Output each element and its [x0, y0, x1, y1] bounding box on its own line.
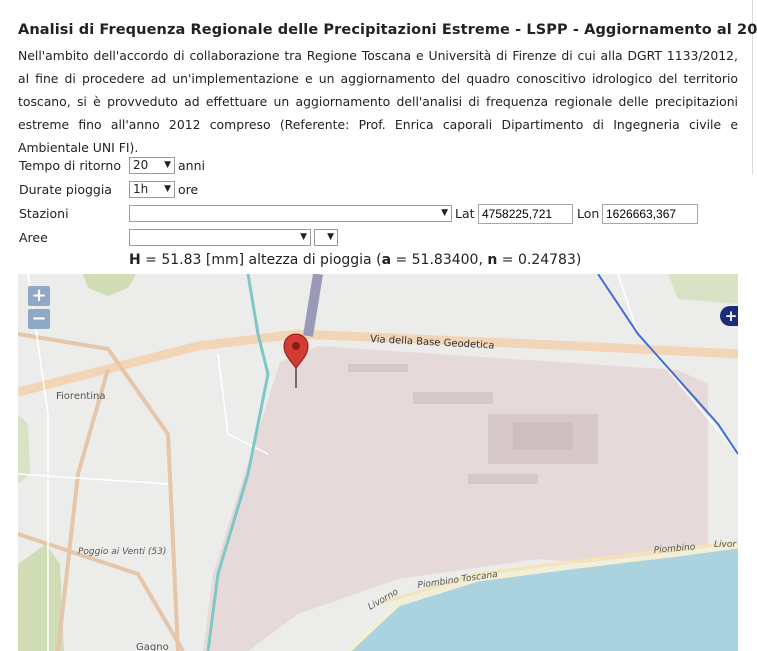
lat-input[interactable] — [478, 204, 573, 224]
duration-unit: ore — [178, 182, 199, 197]
areas-label: Aree — [19, 230, 48, 245]
page-description: Nell'ambito dell'accordo di collaborazio… — [18, 48, 738, 155]
n-label: n — [487, 252, 498, 268]
stations-select[interactable]: ▼ — [129, 205, 452, 222]
n-text: = 0.24783) — [497, 252, 582, 268]
a-text: = 51.83400, — [391, 252, 488, 268]
chevron-down-icon: ▼ — [164, 184, 171, 194]
lon-label: Lon — [577, 206, 600, 221]
map-label-livo: Livor — [714, 540, 737, 550]
layer-switcher-button[interactable]: + — [720, 306, 738, 326]
stations-label: Stazioni — [19, 206, 69, 221]
duration-select[interactable]: 1h ▼ — [129, 181, 175, 198]
map-label-fiorentina: Fiorentina — [56, 391, 105, 402]
lat-label: Lat — [455, 206, 475, 221]
lon-input[interactable] — [602, 204, 698, 224]
duration-value: 1h — [133, 182, 149, 196]
chevron-down-icon: ▼ — [300, 232, 307, 242]
h-text: = 51.83 [mm] altezza di pioggia ( — [140, 252, 382, 268]
result-line: H = 51.83 [mm] altezza di pioggia (a = 5… — [129, 252, 581, 268]
return-period-unit: anni — [178, 158, 205, 173]
areas-secondary-select[interactable]: ▼ — [314, 229, 338, 246]
zoom-in-button[interactable]: + — [28, 286, 50, 306]
areas-select[interactable]: ▼ — [129, 229, 311, 246]
map[interactable]: Via della Base Geodetica Fiorentina Pogg… — [18, 274, 738, 651]
return-period-value: 20 — [133, 158, 149, 172]
h-label: H — [129, 252, 141, 268]
map-canvas: Via della Base Geodetica Fiorentina Pogg… — [18, 274, 738, 651]
a-label: a — [381, 252, 392, 268]
map-label-poggio: Poggio ai Venti (53) — [78, 547, 166, 557]
page-title: Analisi di Frequenza Regionale delle Pre… — [18, 22, 757, 38]
chevron-down-icon: ▼ — [441, 208, 448, 218]
zoom-out-button[interactable]: − — [28, 309, 50, 329]
map-label-gagno: Gagno — [136, 642, 169, 651]
chevron-down-icon: ▼ — [327, 232, 334, 242]
chevron-down-icon: ▼ — [164, 160, 171, 170]
park-area — [18, 544, 64, 651]
return-period-label: Tempo di ritorno — [19, 158, 121, 173]
duration-label: Durate pioggia — [19, 182, 112, 197]
return-period-select[interactable]: 20 ▼ — [129, 157, 175, 174]
